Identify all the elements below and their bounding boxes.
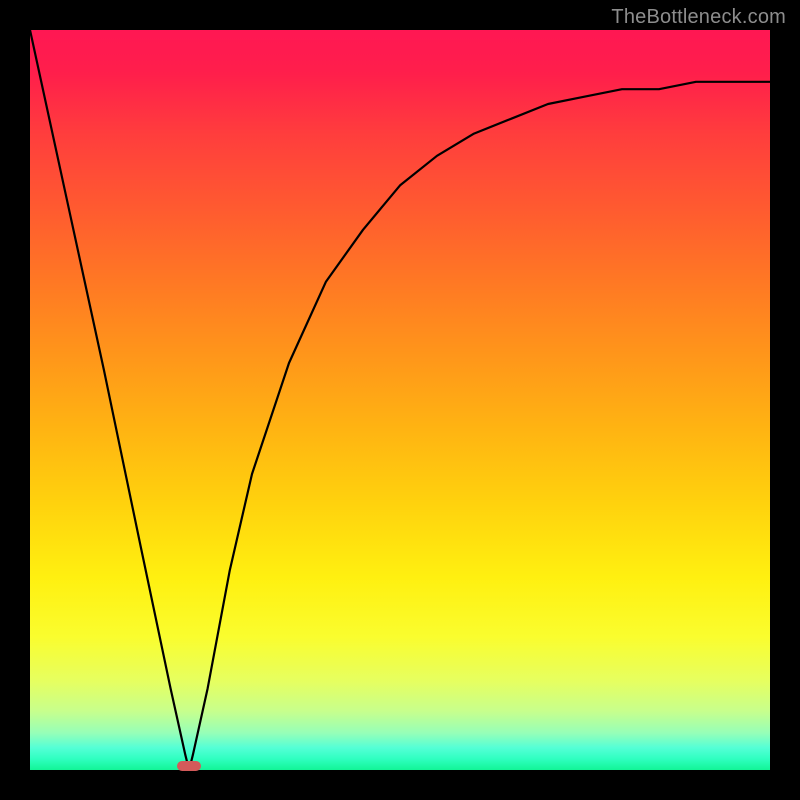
plot-area bbox=[30, 30, 770, 770]
watermark-text: TheBottleneck.com bbox=[611, 6, 786, 29]
bottleneck-curve bbox=[30, 30, 770, 770]
optimum-marker bbox=[177, 761, 201, 771]
curve-svg bbox=[30, 30, 770, 770]
chart-frame: TheBottleneck.com bbox=[0, 0, 800, 800]
